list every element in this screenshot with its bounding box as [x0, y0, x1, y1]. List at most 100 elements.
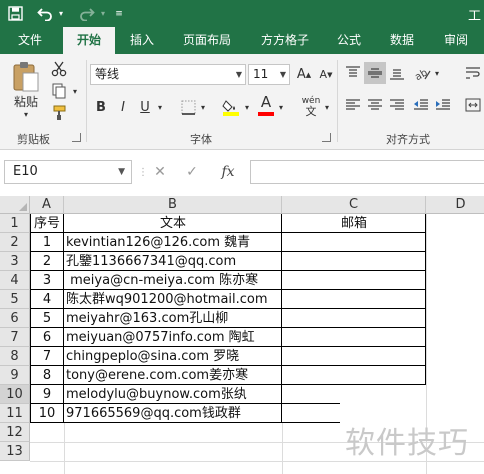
cell-a7[interactable]: 6 [30, 328, 64, 347]
fill-color-icon[interactable] [220, 94, 242, 120]
italic-button[interactable]: I [115, 96, 131, 118]
font-name-combo[interactable]: 等线 ▼ [90, 64, 246, 85]
cell-a4[interactable]: 3 [30, 271, 64, 290]
decrease-indent-icon[interactable] [410, 94, 432, 116]
increase-font-icon[interactable]: A ▲ [294, 64, 314, 85]
cancel-icon[interactable]: ✕ [148, 160, 172, 184]
row-header-4[interactable]: 4 [0, 271, 30, 290]
tab-data[interactable]: 数据 [381, 27, 423, 54]
cell-b3[interactable]: 孔鑒1136667341@qq.com [66, 252, 236, 271]
svg-text:ab: ab [413, 67, 429, 81]
bold-button[interactable]: B [93, 96, 109, 118]
cell-a11[interactable]: 10 [30, 404, 64, 423]
paste-dropdown-icon[interactable]: ▾ [16, 109, 36, 119]
tab-fangfang[interactable]: 方方格子 [254, 27, 316, 54]
row-header-6[interactable]: 6 [0, 309, 30, 328]
ribbon-tabs: 文件 开始 插入 页面布局 方方格子 公式 数据 审阅 [0, 27, 484, 54]
name-box[interactable]: E10 ▼ [4, 160, 132, 184]
customize-qat-icon[interactable]: ≡ [112, 0, 126, 27]
cell-b4[interactable]: meiya@cn-meiya.com 陈亦寒 [66, 271, 258, 290]
cell-c1[interactable]: 邮箱 [282, 214, 426, 233]
cell-b6[interactable]: meiyahr@163.com孔山柳 [66, 309, 228, 328]
underline-dropdown-icon[interactable]: ▾ [155, 96, 165, 118]
cell-a10[interactable]: 9 [30, 385, 64, 404]
undo-icon[interactable] [34, 0, 56, 27]
align-bottom-icon[interactable] [386, 62, 408, 84]
wrap-text-icon[interactable] [462, 62, 484, 84]
increase-indent-icon[interactable] [432, 94, 454, 116]
orientation-dropdown-icon[interactable]: ▾ [432, 62, 442, 84]
cell-b7[interactable]: meiyuan@0757info.com 陶虹 [66, 328, 255, 347]
cell-b10[interactable]: melodylu@buynow.com张纨 [66, 385, 247, 404]
decrease-font-icon[interactable]: A ▼ [316, 64, 336, 85]
fill-color-dropdown-icon[interactable]: ▾ [242, 96, 252, 118]
merge-center-icon[interactable] [462, 94, 484, 116]
align-right-icon[interactable] [386, 94, 408, 116]
row-header-1[interactable]: 1 [0, 214, 30, 233]
cell-a9[interactable]: 8 [30, 366, 64, 385]
tab-page-layout[interactable]: 页面布局 [176, 27, 238, 54]
borders-icon[interactable] [178, 96, 198, 118]
align-middle-icon[interactable] [364, 62, 386, 84]
font-color-icon[interactable]: A [256, 92, 276, 118]
align-top-icon[interactable] [342, 62, 364, 84]
column-header-b[interactable]: B [64, 196, 282, 214]
redo-icon[interactable] [76, 0, 98, 27]
row-header-8[interactable]: 8 [0, 347, 30, 366]
align-left-icon[interactable] [342, 94, 364, 116]
insert-function-button[interactable]: fx [214, 160, 242, 184]
tab-insert[interactable]: 插入 [120, 27, 164, 54]
cut-icon[interactable] [48, 58, 70, 80]
font-color-dropdown-icon[interactable]: ▾ [276, 96, 286, 118]
align-center-icon[interactable] [364, 94, 386, 116]
cell-a3[interactable]: 2 [30, 252, 64, 271]
row-header-3[interactable]: 3 [0, 252, 30, 271]
column-header-d[interactable]: D [426, 196, 484, 214]
cell-b8[interactable]: chingpeplo@sina.com 罗晓 [66, 347, 239, 366]
font-size-combo[interactable]: 11 ▼ [248, 64, 290, 85]
cell-b5[interactable]: 陈太群wq901200@hotmail.com [66, 290, 268, 309]
cell-b1[interactable]: 文本 [64, 214, 282, 233]
row-header-12[interactable]: 12 [0, 423, 30, 442]
column-header-a[interactable]: A [30, 196, 64, 214]
copy-icon[interactable] [48, 80, 70, 102]
row-header-9[interactable]: 9 [0, 366, 30, 385]
enter-icon[interactable]: ✓ [180, 160, 204, 184]
formula-input[interactable] [250, 160, 484, 184]
cell-b9[interactable]: tony@erene.com.com姜亦寒 [66, 366, 248, 385]
cell-b11[interactable]: 971665569@qq.com钱政群 [66, 404, 241, 423]
table-border [30, 346, 426, 347]
save-icon[interactable] [4, 0, 26, 27]
orientation-icon[interactable]: ab [410, 62, 434, 84]
tab-home[interactable]: 开始 [63, 27, 115, 54]
format-painter-icon[interactable] [48, 102, 70, 124]
cell-b2[interactable]: kevintian126@126.com 魏青 [66, 233, 250, 252]
clipboard-launcher-icon[interactable] [72, 133, 81, 142]
font-launcher-icon[interactable] [322, 133, 331, 142]
row-header-7[interactable]: 7 [0, 328, 30, 347]
paste-icon[interactable] [10, 60, 42, 94]
paste-button[interactable]: 粘贴 [10, 92, 42, 110]
select-all-button[interactable] [0, 196, 30, 214]
phonetic-dropdown-icon[interactable]: ▾ [322, 96, 332, 118]
row-header-2[interactable]: 2 [0, 233, 30, 252]
tab-file[interactable]: 文件 [6, 27, 54, 54]
phonetic-guide-button[interactable]: wén 文 [298, 94, 324, 118]
cell-a6[interactable]: 5 [30, 309, 64, 328]
row-header-10[interactable]: 10 [0, 385, 30, 404]
cell-a2[interactable]: 1 [30, 233, 64, 252]
redo-dropdown-icon[interactable]: ▾ [98, 0, 108, 27]
undo-dropdown-icon[interactable]: ▾ [56, 0, 66, 27]
cell-a5[interactable]: 4 [30, 290, 64, 309]
underline-button[interactable]: U [137, 96, 153, 118]
cell-a8[interactable]: 7 [30, 347, 64, 366]
tab-formulas[interactable]: 公式 [328, 27, 370, 54]
row-header-13[interactable]: 13 [0, 442, 30, 461]
row-header-11[interactable]: 11 [0, 404, 30, 423]
tab-review[interactable]: 审阅 [435, 27, 477, 54]
cell-a1[interactable]: 序号 [30, 214, 64, 233]
column-header-c[interactable]: C [282, 196, 426, 214]
copy-dropdown-icon[interactable]: ▾ [70, 80, 80, 102]
borders-dropdown-icon[interactable]: ▾ [198, 96, 208, 118]
row-header-5[interactable]: 5 [0, 290, 30, 309]
